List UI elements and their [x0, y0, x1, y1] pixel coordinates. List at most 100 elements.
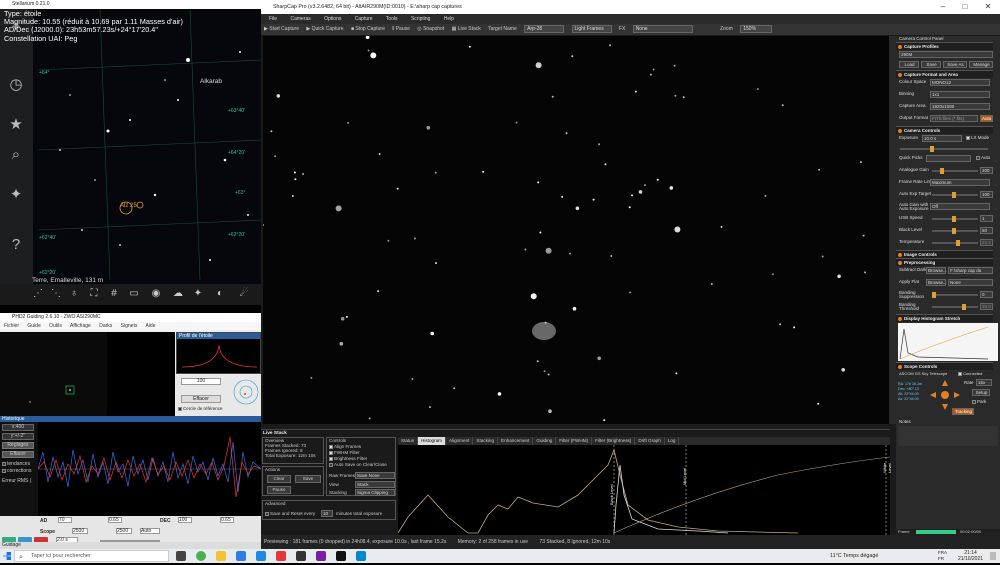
- section-camera-controls[interactable]: Camera Controls: [896, 126, 993, 134]
- park-checkbox[interactable]: Park: [972, 399, 986, 404]
- setup-button[interactable]: Setup: [972, 389, 990, 396]
- usb-speed-value[interactable]: 1: [980, 215, 993, 222]
- tab-stacking[interactable]: Stacking: [473, 437, 499, 445]
- atmosphere-icon[interactable]: ☁: [170, 287, 186, 301]
- tab-filter-brightness[interactable]: Filter (Brightness): [592, 437, 636, 445]
- dec-mode-select[interactable]: Auto: [140, 528, 160, 534]
- connected-checkbox[interactable]: Connected: [958, 371, 982, 376]
- menu-file[interactable]: File: [269, 16, 277, 22]
- section-capture-format[interactable]: Capture Format and Area: [896, 70, 993, 78]
- y-scale-select[interactable]: y:+/-2": [2, 433, 34, 440]
- stacking-select[interactable]: Sigma Clipping: [355, 489, 395, 496]
- clock-icon[interactable]: ◷: [6, 75, 26, 95]
- banding-suppression-value[interactable]: 0: [980, 291, 993, 298]
- planets-icon[interactable]: ◐: [212, 287, 228, 301]
- stop-slew-icon[interactable]: [941, 391, 949, 399]
- cardinal-points-icon[interactable]: ◉: [148, 287, 164, 301]
- image-scrollbar[interactable]: [889, 36, 896, 424]
- ascom-taskbar-icon[interactable]: [356, 551, 366, 561]
- profile-save-button[interactable]: Save: [921, 61, 941, 68]
- tab-filter-fwhm[interactable]: Filter (FWHM): [556, 437, 593, 445]
- binning-select[interactable]: 1x1: [930, 91, 990, 98]
- help-icon[interactable]: ?: [6, 235, 26, 255]
- constellation-names-icon[interactable]: ⋱: [48, 287, 64, 301]
- menu-tools[interactable]: Tools: [386, 16, 398, 22]
- capture-image-view[interactable]: [263, 36, 889, 424]
- dec-aggressiveness[interactable]: 100: [178, 517, 192, 523]
- clear-button[interactable]: Effacer: [181, 395, 221, 403]
- tab-log[interactable]: Log: [665, 437, 680, 445]
- frame-type-select[interactable]: Light Frames: [571, 24, 612, 33]
- search-icon[interactable]: ⌕: [6, 145, 26, 165]
- fwhm-checkbox[interactable]: FWHM Filter: [327, 450, 395, 455]
- tracking-button[interactable]: Tracking: [952, 408, 974, 415]
- live-stack-button[interactable]: ▦ Live Stack: [452, 26, 481, 32]
- graph-clear-button[interactable]: Effacer: [2, 451, 34, 458]
- quick-capture-button[interactable]: ▶ Quick Capture: [306, 26, 343, 32]
- chrome-icon[interactable]: [196, 551, 206, 561]
- telescope-icon[interactable]: ☄: [236, 287, 252, 301]
- snapshot-button[interactable]: ◎ Snapshot: [417, 26, 444, 32]
- apply-flat-browse[interactable]: Browse...: [926, 279, 947, 286]
- nebulae-icon[interactable]: ✦: [190, 287, 206, 301]
- north-arrow-icon[interactable]: [942, 380, 948, 386]
- ad-max-duration[interactable]: 2500: [72, 528, 88, 534]
- app-icon[interactable]: [276, 551, 286, 561]
- menu-fichier[interactable]: Fichier: [4, 323, 19, 329]
- auto-exposure-checkbox[interactable]: Auto: [976, 155, 990, 160]
- taskbar-search[interactable]: Taper ici pour rechercher: [14, 550, 169, 562]
- dec-min-move[interactable]: 0.65: [220, 517, 234, 523]
- tab-enhancement[interactable]: Enhancement: [498, 437, 534, 445]
- view-select[interactable]: Stack: [355, 481, 395, 488]
- menu-signets[interactable]: Signets: [121, 323, 138, 329]
- dec-max-duration[interactable]: 2500: [116, 528, 132, 534]
- tab-guiding[interactable]: Guiding: [533, 437, 557, 445]
- minutes-input[interactable]: 10: [321, 510, 333, 517]
- profile-load-button[interactable]: Load: [899, 61, 919, 68]
- capture-area-select[interactable]: 1920x1080: [930, 103, 990, 110]
- analogue-gain-value[interactable]: 200: [980, 167, 993, 174]
- output-auto-button[interactable]: Auto: [980, 115, 993, 122]
- black-level-value[interactable]: 50: [980, 227, 993, 234]
- stop-capture-button[interactable]: ■ Stop Capture: [351, 26, 385, 32]
- section-preprocessing[interactable]: Preprocessing: [896, 258, 993, 266]
- guide-camera-view[interactable]: [0, 332, 107, 416]
- profile-manage-button[interactable]: Manage: [969, 61, 993, 68]
- language-indicator[interactable]: FRA FR: [938, 550, 947, 562]
- output-format-select[interactable]: FITS files (*.fits): [930, 115, 978, 122]
- graph-settings-button[interactable]: Réglages: [2, 442, 34, 449]
- close-button[interactable]: ✕: [977, 0, 999, 14]
- menu-options[interactable]: Options: [324, 16, 341, 22]
- sky-settings-icon[interactable]: ★: [6, 115, 26, 135]
- phd2-taskbar-icon[interactable]: [316, 551, 326, 561]
- constellation-art-icon[interactable]: ♁: [66, 287, 82, 301]
- zoom-select[interactable]: 150%: [740, 24, 773, 33]
- section-scope-controls[interactable]: Scope Controls: [896, 362, 993, 370]
- banding-threshold-value[interactable]: 35.0: [980, 303, 993, 310]
- save-stack-button[interactable]: Save: [295, 475, 321, 483]
- menu-cameras[interactable]: Cameras: [290, 16, 310, 22]
- quick-picks-select[interactable]: [926, 155, 971, 162]
- section-histogram-stretch[interactable]: Display Histogram Stretch: [896, 314, 993, 322]
- lx-mode-checkbox[interactable]: LX Mode: [966, 135, 989, 140]
- colour-space-select[interactable]: MONO12: [930, 79, 990, 86]
- subtract-dark-browse[interactable]: Browse...: [926, 267, 947, 274]
- menu-help[interactable]: Help: [444, 16, 454, 22]
- pause-stack-button[interactable]: Pause: [267, 486, 291, 494]
- align-checkbox[interactable]: Align Frames: [327, 444, 395, 449]
- constellation-lines-icon[interactable]: ⋰: [30, 287, 46, 301]
- stellarium-taskbar-icon[interactable]: [296, 551, 306, 561]
- auto-exp-target-value[interactable]: 100: [980, 191, 993, 198]
- mail-icon[interactable]: [256, 551, 266, 561]
- ground-icon[interactable]: ▭: [126, 287, 142, 301]
- x-scale-select[interactable]: x:400: [2, 424, 34, 431]
- notification-icon[interactable]: [990, 552, 996, 560]
- tab-drift-graph[interactable]: Drift Graph: [635, 437, 665, 445]
- start-icon[interactable]: [3, 552, 11, 560]
- frame-rate-select[interactable]: Maximum: [930, 179, 990, 186]
- ad-min-move[interactable]: 0.65: [108, 517, 122, 523]
- corrections-checkbox[interactable]: corrections: [2, 468, 31, 474]
- mini-histogram[interactable]: [898, 323, 998, 361]
- menu-affichage[interactable]: Affichage: [70, 323, 91, 329]
- apply-flat-select[interactable]: None: [948, 279, 993, 286]
